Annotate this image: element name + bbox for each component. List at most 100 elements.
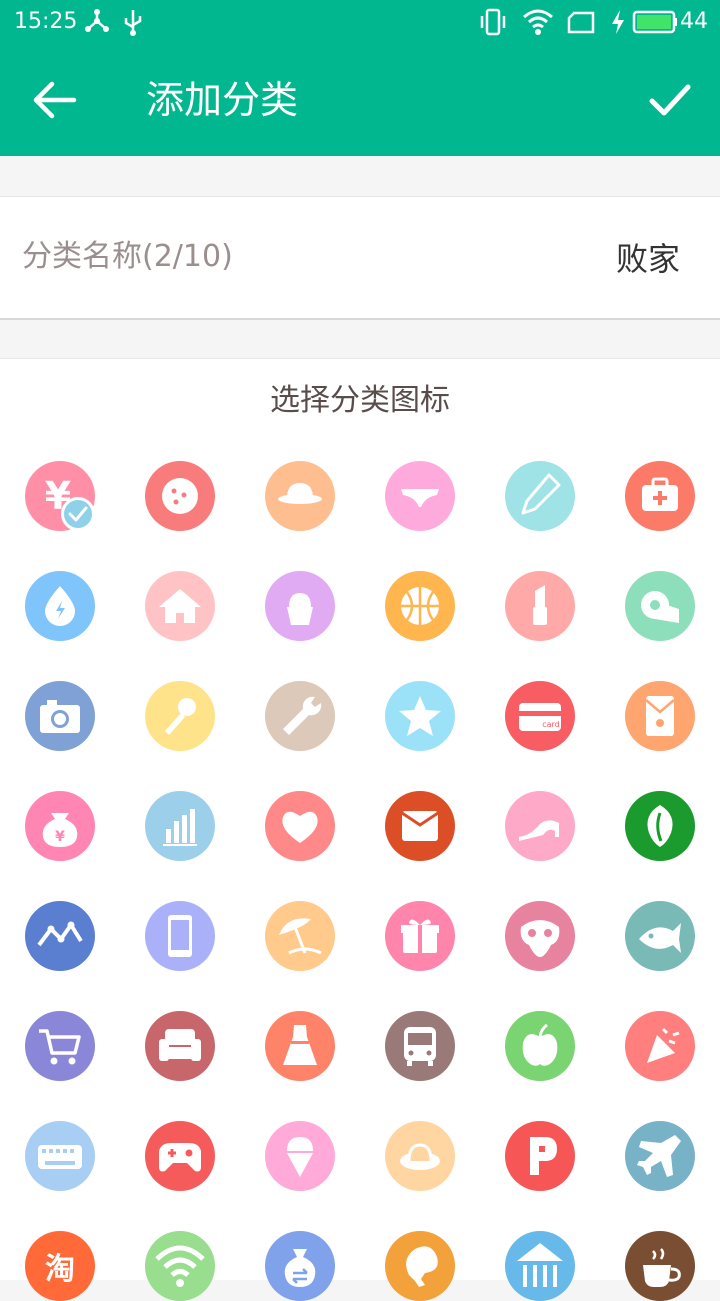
category-icon-option[interactable] bbox=[265, 681, 335, 751]
category-icon-option[interactable] bbox=[505, 791, 575, 861]
money-exchange-icon bbox=[284, 1249, 316, 1287]
category-icon-option[interactable] bbox=[625, 1231, 695, 1301]
category-icon-option[interactable] bbox=[385, 681, 455, 751]
sofa-icon bbox=[159, 1029, 201, 1061]
category-icon-option[interactable] bbox=[145, 1011, 215, 1081]
category-icon-option[interactable]: card bbox=[505, 681, 575, 751]
dress-icon bbox=[283, 1025, 317, 1065]
pencil-icon bbox=[521, 473, 561, 515]
status-time: 15:25 bbox=[14, 9, 78, 34]
bus-icon bbox=[404, 1027, 436, 1066]
lipstick-icon bbox=[533, 585, 547, 625]
category-icon-option[interactable] bbox=[505, 461, 575, 531]
phone-icon bbox=[168, 915, 192, 957]
keyboard-icon bbox=[38, 1145, 82, 1169]
line-chart-icon bbox=[37, 921, 83, 947]
category-icon-option[interactable]: ¥ bbox=[25, 791, 95, 861]
category-icon-option[interactable] bbox=[625, 1011, 695, 1081]
category-icon-option[interactable] bbox=[385, 1231, 455, 1301]
category-name-label: 分类名称(2/10) bbox=[22, 239, 233, 274]
leaf-icon bbox=[647, 805, 673, 847]
category-icon-option[interactable] bbox=[25, 1011, 95, 1081]
category-icon-option[interactable] bbox=[265, 1231, 335, 1301]
category-icon-option[interactable]: ¥ bbox=[25, 461, 95, 531]
wifi-icon bbox=[155, 1245, 205, 1287]
category-icon-option[interactable] bbox=[25, 901, 95, 971]
beach-umbrella-icon bbox=[279, 918, 322, 955]
category-icon-option[interactable] bbox=[625, 901, 695, 971]
category-icon-option[interactable] bbox=[145, 1121, 215, 1191]
category-icon-option[interactable] bbox=[625, 571, 695, 641]
ice-cream-cone-icon bbox=[287, 1137, 313, 1177]
category-icon-option[interactable] bbox=[625, 1121, 695, 1191]
category-icon-option[interactable] bbox=[385, 901, 455, 971]
hat-icon bbox=[278, 483, 322, 504]
back-button[interactable] bbox=[26, 74, 82, 126]
fish-icon bbox=[639, 923, 681, 953]
sun-hat-icon bbox=[400, 1143, 440, 1170]
category-icon-option[interactable] bbox=[505, 901, 575, 971]
category-icon-option[interactable] bbox=[145, 461, 215, 531]
heart-icon bbox=[282, 811, 318, 843]
category-icon-option[interactable] bbox=[265, 1121, 335, 1191]
category-icon-option[interactable] bbox=[265, 1011, 335, 1081]
envelope-icon bbox=[401, 811, 439, 841]
category-icon-option[interactable] bbox=[265, 461, 335, 531]
ice-cream-cup-icon bbox=[287, 593, 313, 625]
category-icon-option[interactable] bbox=[625, 461, 695, 531]
status-bar: 15:25 44 bbox=[0, 0, 720, 44]
icon-chooser-panel: 选择分类图标 ¥ card ¥ 淘 bbox=[0, 358, 720, 1301]
underwear-icon bbox=[401, 489, 439, 507]
category-icon-option[interactable] bbox=[385, 1011, 455, 1081]
mask-icon bbox=[520, 920, 560, 957]
battery-level: 44 bbox=[680, 9, 708, 34]
icon-section-title: 选择分类图标 bbox=[270, 383, 450, 418]
airplane-icon bbox=[637, 1135, 681, 1177]
high-heel-icon bbox=[519, 820, 559, 841]
share-icon bbox=[84, 8, 110, 38]
category-icon-option[interactable] bbox=[25, 1121, 95, 1191]
category-icon-option[interactable] bbox=[25, 681, 95, 751]
category-icon-option[interactable] bbox=[145, 1231, 215, 1301]
category-icon-option[interactable] bbox=[385, 461, 455, 531]
category-icon-option[interactable] bbox=[265, 791, 335, 861]
party-popper-icon bbox=[647, 1027, 680, 1063]
category-icon-option[interactable] bbox=[505, 1231, 575, 1301]
category-icon-option[interactable] bbox=[145, 681, 215, 751]
red-envelope-icon bbox=[645, 696, 675, 736]
cookie-icon bbox=[162, 478, 198, 514]
category-icon-option[interactable] bbox=[145, 901, 215, 971]
category-icon-option[interactable]: 淘 bbox=[25, 1231, 95, 1301]
svg-text:¥: ¥ bbox=[55, 829, 65, 845]
usb-icon bbox=[122, 8, 144, 40]
category-icon-option[interactable] bbox=[265, 571, 335, 641]
bank-icon bbox=[517, 1243, 563, 1287]
basketball-icon bbox=[401, 587, 439, 625]
category-icon-option[interactable] bbox=[265, 901, 335, 971]
star-icon bbox=[399, 696, 441, 736]
water-drop-icon bbox=[45, 586, 75, 626]
house-icon bbox=[159, 589, 201, 623]
charging-icon bbox=[610, 8, 626, 40]
card-icon: card bbox=[519, 703, 561, 731]
category-icon-option[interactable] bbox=[505, 1121, 575, 1191]
category-icon-option[interactable] bbox=[145, 571, 215, 641]
category-icon-option[interactable] bbox=[25, 571, 95, 641]
chicken-leg-icon bbox=[406, 1246, 438, 1287]
category-icon-option[interactable] bbox=[385, 1121, 455, 1191]
confirm-button[interactable] bbox=[642, 74, 698, 126]
category-icon-option[interactable] bbox=[625, 681, 695, 751]
toilet-paper-icon bbox=[641, 591, 679, 623]
category-icon-option[interactable] bbox=[385, 571, 455, 641]
category-icon-option[interactable] bbox=[625, 791, 695, 861]
category-icon-option[interactable] bbox=[385, 791, 455, 861]
cart-icon bbox=[39, 1029, 81, 1065]
category-icon-option[interactable] bbox=[505, 1011, 575, 1081]
category-name-input[interactable] bbox=[380, 233, 680, 281]
category-icon-option[interactable] bbox=[505, 571, 575, 641]
wifi-signal-icon bbox=[522, 8, 554, 40]
bar-chart-icon bbox=[163, 809, 197, 846]
page-title: 添加分类 bbox=[146, 78, 299, 122]
category-icon-option[interactable] bbox=[145, 791, 215, 861]
gift-icon bbox=[401, 919, 439, 953]
